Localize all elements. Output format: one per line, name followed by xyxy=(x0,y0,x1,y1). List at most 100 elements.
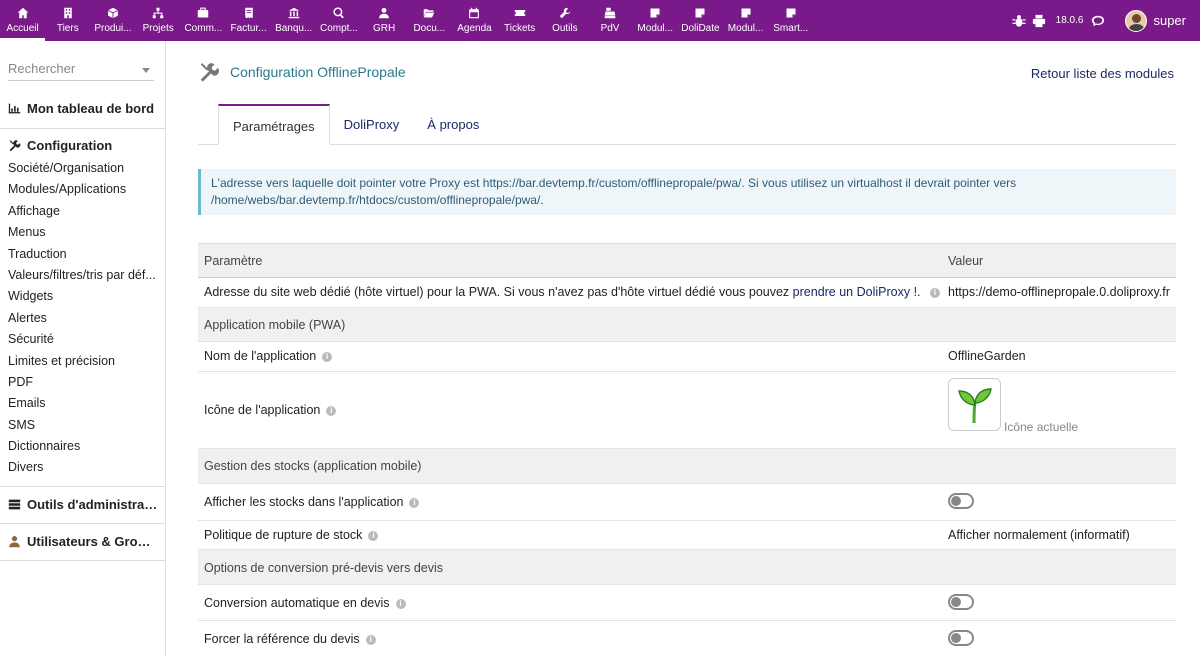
auto-conversion-toggle[interactable] xyxy=(948,594,974,610)
section-pwa-title: Application mobile (PWA) xyxy=(204,318,346,332)
tab-doliproxy[interactable]: DoliProxy xyxy=(330,104,414,145)
top-menu-label: Banqu... xyxy=(275,23,313,34)
sidebar-config-item[interactable]: Emails xyxy=(8,393,158,414)
top-menu-item[interactable]: Projets xyxy=(136,0,181,41)
auto-conversion-text: Conversion automatique en devis xyxy=(204,596,390,610)
sidebar-config-item[interactable]: Alertes xyxy=(8,308,158,329)
section-stock: Gestion des stocks (application mobile) xyxy=(198,449,1176,484)
search-input[interactable] xyxy=(8,61,138,76)
top-menu-item[interactable]: GRH xyxy=(362,0,407,41)
sidebar-users-groups[interactable]: Utilisateurs & Group... xyxy=(8,534,158,549)
top-menu-item[interactable]: Outils xyxy=(542,0,587,41)
sidebar-admin-tools[interactable]: Outils d'administrati... xyxy=(8,497,158,512)
print-icon[interactable] xyxy=(1032,14,1046,28)
chevron-down-icon[interactable] xyxy=(142,68,150,73)
sidebar-config-item[interactable]: Divers xyxy=(8,457,158,478)
module-icon xyxy=(741,8,751,18)
table-row: Icône de l'application i Icône actuelle xyxy=(198,372,1176,449)
top-menu-item[interactable]: Factur... xyxy=(226,0,271,41)
chat-icon[interactable] xyxy=(1091,14,1105,28)
force-ref-toggle[interactable] xyxy=(948,630,974,646)
sidebar-search[interactable] xyxy=(8,61,154,81)
sidebar-configuration-label: Configuration xyxy=(27,138,113,153)
avatar[interactable] xyxy=(1125,9,1148,32)
force-ref-label: Forcer la référence du devis i xyxy=(204,632,376,646)
sidebar-config-item[interactable]: Valeurs/filtres/tris par déf... xyxy=(8,265,158,286)
module-icon xyxy=(786,8,796,18)
sidebar-config-item[interactable]: Limites et précision xyxy=(8,351,158,372)
top-menu-label: Accueil xyxy=(6,23,39,34)
sidebar-configuration[interactable]: Configuration xyxy=(8,138,158,153)
sidebar-config-item[interactable]: Modules/Applications xyxy=(8,179,158,200)
section-conversion-title: Options de conversion pré-devis vers dev… xyxy=(204,561,444,575)
sidebar-config-item[interactable]: Menus xyxy=(8,222,158,243)
top-menu-label: Comm... xyxy=(184,23,223,34)
sidebar-config-item[interactable]: Dictionnaires xyxy=(8,436,158,457)
show-stock-label: Afficher les stocks dans l'application i xyxy=(204,495,420,509)
top-menu-item[interactable]: Tiers xyxy=(45,0,90,41)
sidebar-config-item[interactable]: SMS xyxy=(8,415,158,436)
doliproxy-link[interactable]: prendre un DoliProxy ! xyxy=(793,285,917,299)
top-menu-item[interactable]: DoliDate xyxy=(678,0,723,41)
tab-a-propos[interactable]: À propos xyxy=(413,104,493,145)
divider xyxy=(0,486,166,487)
search-dollar-icon xyxy=(333,7,344,19)
info-icon[interactable]: i xyxy=(365,634,376,645)
home-icon xyxy=(17,7,28,19)
sidebar-config-item[interactable]: Affichage xyxy=(8,201,158,222)
page-title: Configuration OfflinePropale xyxy=(230,64,406,80)
auto-conversion-label: Conversion automatique en devis i xyxy=(204,596,406,610)
info-icon[interactable]: i xyxy=(930,287,941,298)
toggle-off-icon[interactable] xyxy=(948,493,974,509)
rupture-value[interactable]: Afficher normalement (informatif) xyxy=(948,528,1130,542)
table-row: Politique de rupture de stock i Afficher … xyxy=(198,521,1176,550)
user-menu[interactable]: super xyxy=(1125,9,1186,32)
top-menu-label: Docu... xyxy=(413,23,446,34)
username[interactable]: super xyxy=(1153,13,1186,28)
sidebar-config-item[interactable]: Widgets xyxy=(8,286,158,307)
info-icon[interactable]: i xyxy=(326,405,337,416)
top-menu-item[interactable]: Smart... xyxy=(768,0,813,41)
info-icon[interactable]: i xyxy=(409,497,420,508)
top-menu-item[interactable]: Docu... xyxy=(407,0,452,41)
info-icon[interactable]: i xyxy=(368,530,379,541)
divider xyxy=(0,128,166,129)
sidebar-dashboard[interactable]: Mon tableau de bord xyxy=(8,101,158,116)
cash-register-icon xyxy=(604,7,616,19)
sitemap-icon xyxy=(152,7,164,19)
info-icon[interactable]: i xyxy=(322,351,333,362)
top-menu-item[interactable]: Compt... xyxy=(316,0,361,41)
top-menu-item[interactable]: Modul... xyxy=(633,0,678,41)
top-menu-label: Produi... xyxy=(94,23,132,34)
section-stock-title: Gestion des stocks (application mobile) xyxy=(204,459,422,473)
sidebar-config-item[interactable]: Sécurité xyxy=(8,329,158,350)
toggle-off-icon[interactable] xyxy=(948,594,974,610)
top-menu-item[interactable]: Modul... xyxy=(723,0,768,41)
top-menu-item[interactable]: Tickets xyxy=(497,0,542,41)
top-menu-item[interactable]: Comm... xyxy=(181,0,226,41)
top-menu-item[interactable]: PdV xyxy=(587,0,632,41)
show-stock-toggle[interactable] xyxy=(948,493,974,509)
ticket-icon xyxy=(514,10,525,16)
info-icon[interactable]: i xyxy=(395,598,406,609)
top-menu-item[interactable]: Agenda xyxy=(452,0,497,41)
table-row: Forcer la référence du devis i xyxy=(198,621,1176,656)
back-to-modules-link[interactable]: Retour liste des modules xyxy=(1031,66,1174,81)
proxy-info-box: L'adresse vers laquelle doit pointer vot… xyxy=(198,169,1176,215)
briefcase-icon xyxy=(198,7,209,18)
tab-parametrages[interactable]: Paramétrages xyxy=(218,104,330,145)
show-stock-text: Afficher les stocks dans l'application xyxy=(204,495,404,509)
top-menu-item[interactable]: Banqu... xyxy=(271,0,316,41)
table-row: Adresse du site web dédié (hôte virtuel)… xyxy=(198,278,1176,308)
app-name-value: OfflineGarden xyxy=(948,349,1026,363)
sidebar-config-item[interactable]: Société/Organisation xyxy=(8,158,158,179)
top-menu-item[interactable]: Produi... xyxy=(90,0,135,41)
sprout-icon xyxy=(957,387,992,423)
toggle-off-icon[interactable] xyxy=(948,630,974,646)
sidebar-config-item[interactable]: Traduction xyxy=(8,244,158,265)
app-name-label: Nom de l'application i xyxy=(204,349,333,363)
section-conversion: Options de conversion pré-devis vers dev… xyxy=(198,550,1176,585)
sidebar-config-item[interactable]: PDF xyxy=(8,372,158,393)
bug-icon[interactable] xyxy=(1012,14,1026,28)
top-menu-item[interactable]: Accueil xyxy=(0,0,46,41)
